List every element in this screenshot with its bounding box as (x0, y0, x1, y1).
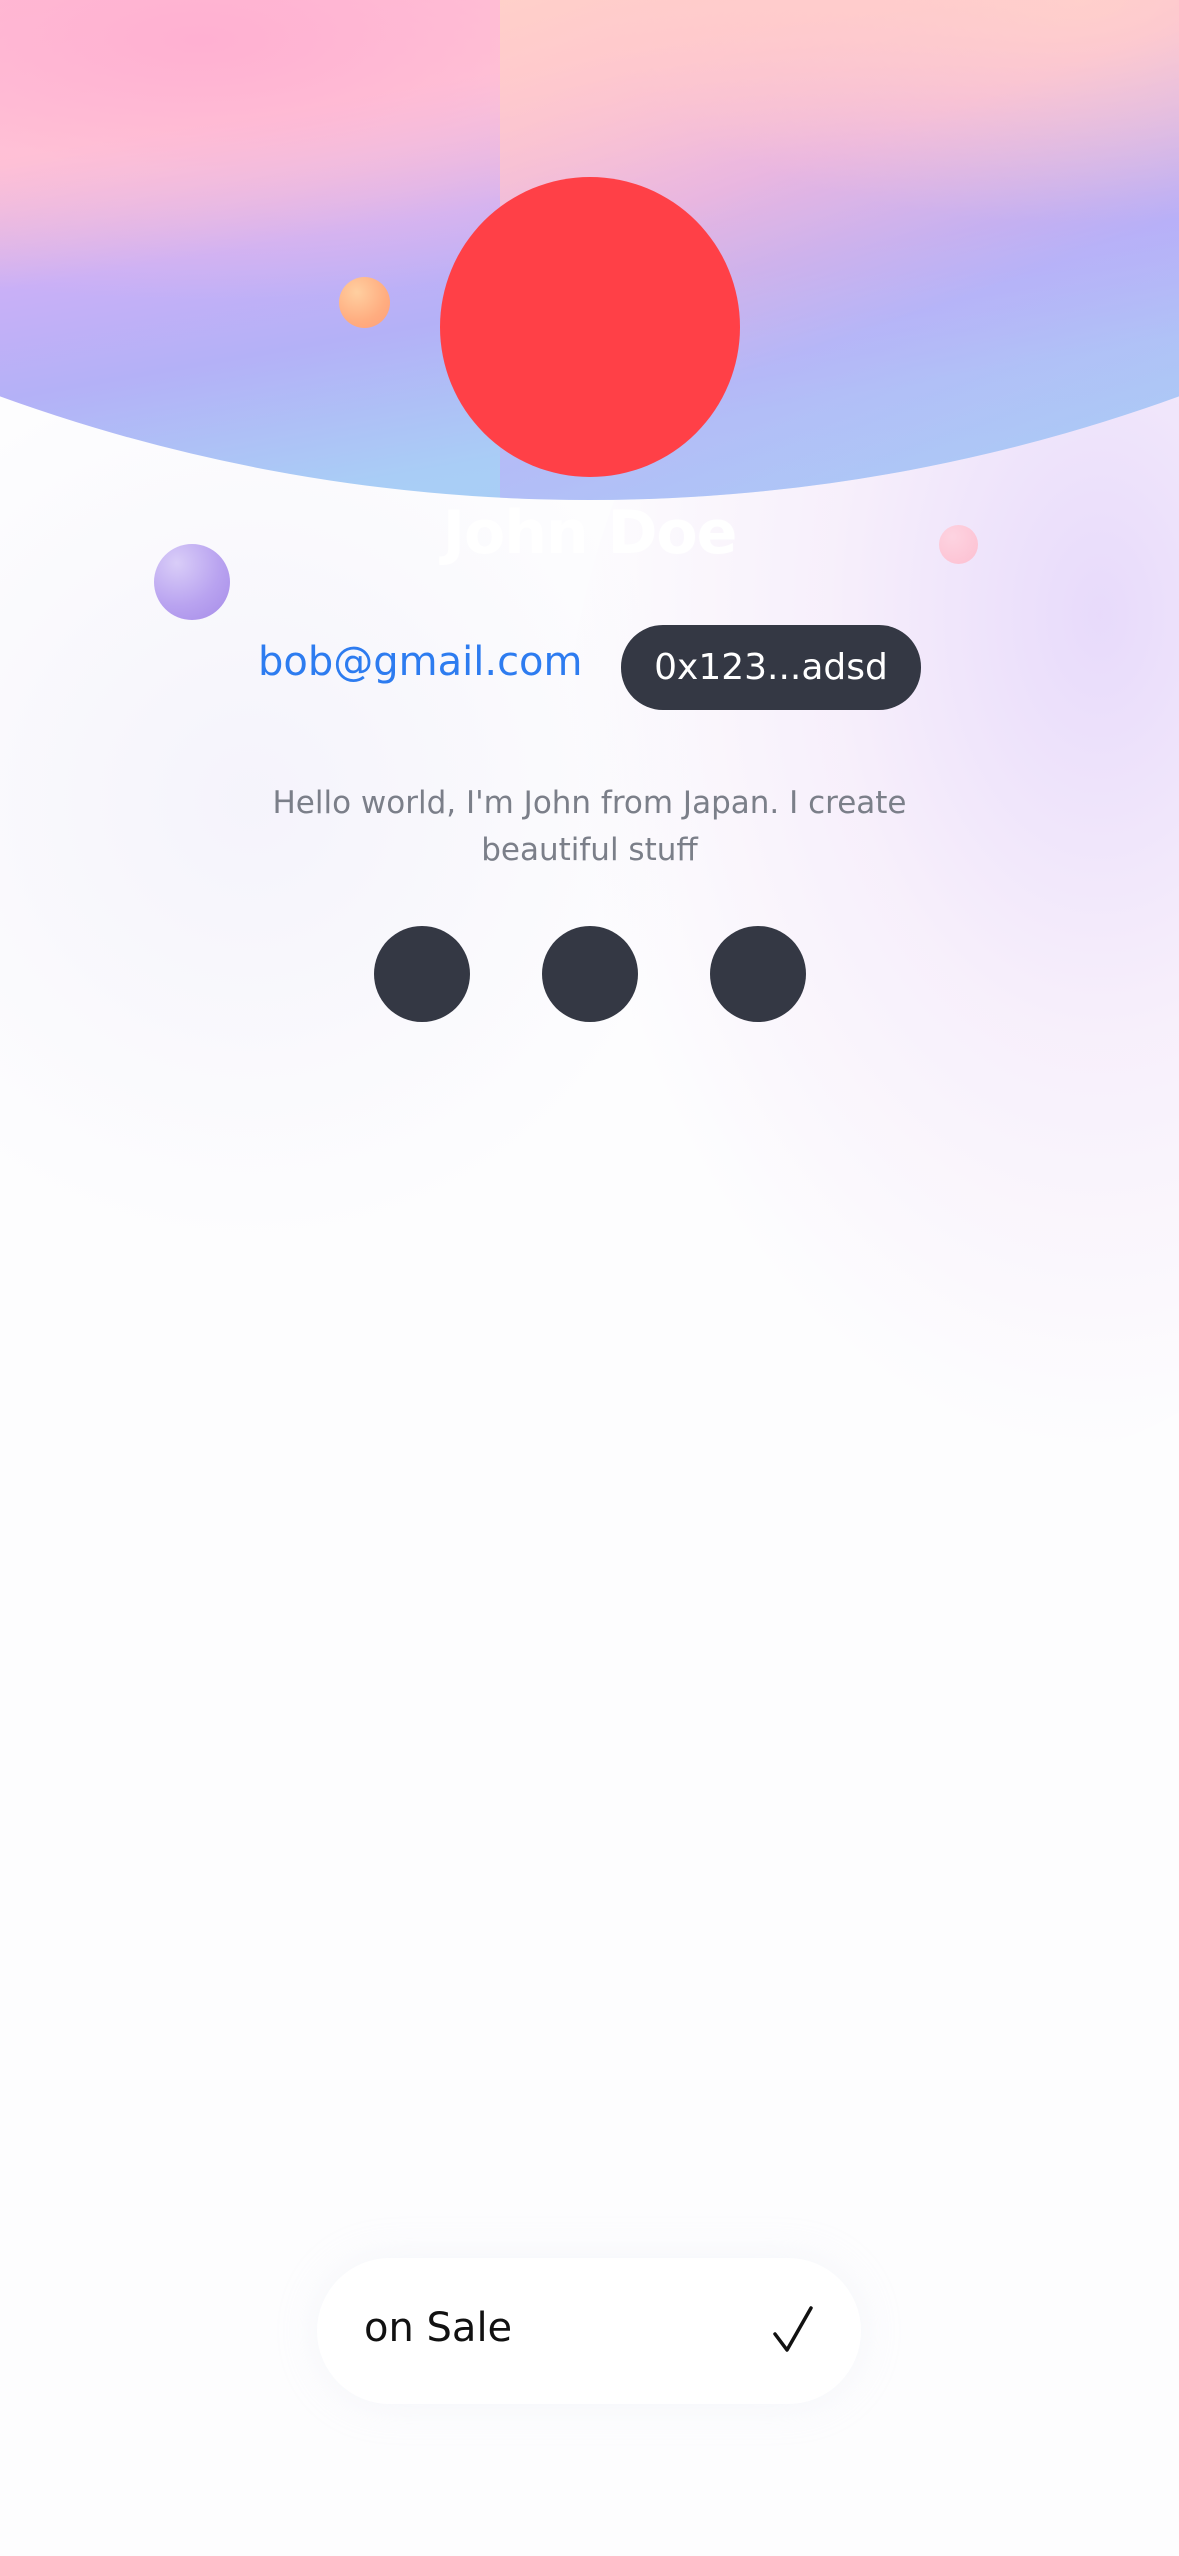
social-link-button[interactable] (710, 926, 806, 1022)
contact-row: bob@gmail.com 0x123...adsd (0, 625, 1179, 710)
on-sale-filter-toggle[interactable]: on Sale (317, 2258, 861, 2404)
wallet-address-button[interactable]: 0x123...adsd (621, 625, 921, 710)
avatar[interactable] (440, 177, 740, 477)
on-sale-label: on Sale (364, 2305, 513, 2351)
profile-screen: John Doe bob@gmail.com 0x123...adsd Hell… (0, 0, 1179, 2556)
profile-bio: Hello world, I'm John from Japan. I crea… (272, 785, 907, 868)
social-link-button[interactable] (542, 926, 638, 1022)
social-link-button[interactable] (374, 926, 470, 1022)
profile-name: John Doe (442, 498, 738, 568)
social-links (0, 926, 1179, 1022)
decorative-bubble (339, 277, 390, 328)
wallet-address-label: 0x123...adsd (654, 647, 888, 688)
check-icon (773, 2306, 813, 2352)
email-link[interactable]: bob@gmail.com (258, 639, 583, 685)
